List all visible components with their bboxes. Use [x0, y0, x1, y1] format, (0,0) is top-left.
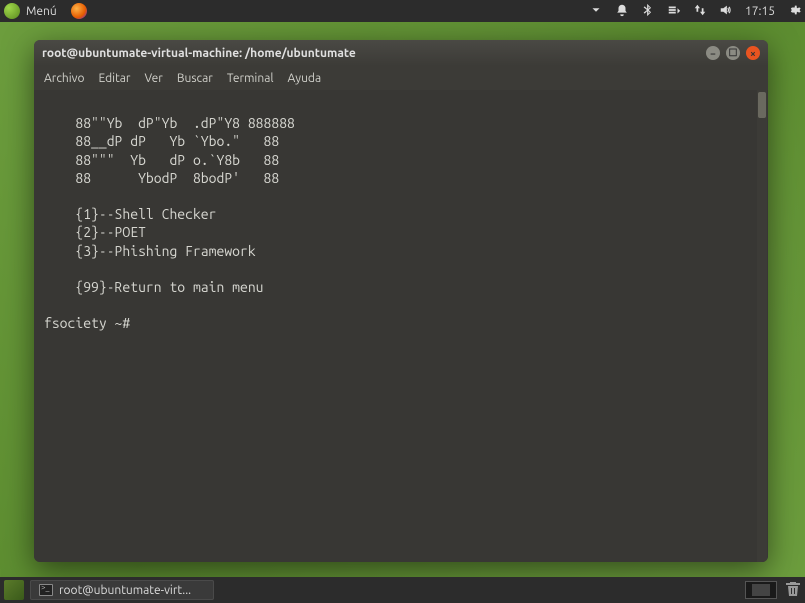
window-controls: − ☐ × — [706, 46, 760, 60]
bluetooth-icon[interactable] — [641, 3, 655, 20]
volume-icon[interactable] — [719, 3, 733, 20]
terminal-scrollbar[interactable] — [757, 90, 767, 562]
clock[interactable]: 17:15 — [745, 5, 775, 18]
ascii-art-line: 88__dP dP Yb `Ybo." 88 — [44, 133, 279, 149]
menu-label[interactable]: Menú — [26, 5, 57, 18]
taskbar-item-terminal[interactable]: root@ubuntumate-virt... — [30, 580, 214, 600]
ascii-art-line: 88""" Yb dP o.`Y8b 88 — [44, 152, 279, 168]
menu-ver[interactable]: Ver — [144, 72, 162, 85]
show-desktop-button[interactable] — [4, 580, 24, 600]
settings-gear-icon[interactable] — [787, 3, 801, 20]
menu-option-2: {2}--POET — [44, 224, 146, 240]
terminal-menubar: Archivo Editar Ver Buscar Terminal Ayuda — [34, 66, 768, 90]
terminal-window: root@ubuntumate-virtual-machine: /home/u… — [34, 40, 768, 562]
menu-ayuda[interactable]: Ayuda — [288, 72, 322, 85]
close-button[interactable]: × — [746, 46, 760, 60]
task-label: root@ubuntumate-virt... — [59, 584, 191, 597]
bottom-panel-right — [745, 581, 801, 600]
minimize-button[interactable]: − — [706, 46, 720, 60]
ascii-art-line: 88 YbodP 8bodP' 88 — [44, 170, 279, 186]
menu-option-99: {99}-Return to main menu — [44, 279, 264, 295]
dropdown-icon[interactable] — [589, 3, 603, 20]
firefox-icon[interactable] — [71, 3, 87, 19]
trash-icon[interactable] — [785, 581, 801, 600]
bottom-panel: root@ubuntumate-virt... — [0, 577, 805, 603]
network-updown-icon[interactable] — [693, 3, 707, 20]
top-panel: Menú 17:15 — [0, 0, 805, 22]
terminal-prompt: fsociety ~# — [44, 315, 138, 331]
window-titlebar[interactable]: root@ubuntumate-virtual-machine: /home/u… — [34, 40, 768, 66]
panel-left: Menú — [4, 3, 87, 19]
maximize-button[interactable]: ☐ — [726, 46, 740, 60]
notification-bell-icon[interactable] — [615, 3, 629, 20]
menu-archivo[interactable]: Archivo — [44, 72, 85, 85]
panel-right: 17:15 — [589, 3, 801, 20]
network-menu-icon[interactable] — [667, 3, 681, 20]
terminal-icon — [39, 584, 53, 596]
menu-editar[interactable]: Editar — [99, 72, 131, 85]
menu-option-3: {3}--Phishing Framework — [44, 243, 256, 259]
menu-terminal[interactable]: Terminal — [227, 72, 274, 85]
scrollbar-thumb[interactable] — [758, 92, 766, 118]
menu-option-1: {1}--Shell Checker — [44, 206, 216, 222]
mate-logo-icon[interactable] — [4, 3, 20, 19]
window-title: root@ubuntumate-virtual-machine: /home/u… — [42, 47, 356, 60]
terminal-body[interactable]: 88""Yb dP"Yb .dP"Y8 888888 88__dP dP Yb … — [34, 90, 768, 562]
ascii-art-line: 88""Yb dP"Yb .dP"Y8 888888 — [44, 115, 295, 131]
workspace-switcher[interactable] — [745, 581, 777, 599]
menu-buscar[interactable]: Buscar — [177, 72, 213, 85]
